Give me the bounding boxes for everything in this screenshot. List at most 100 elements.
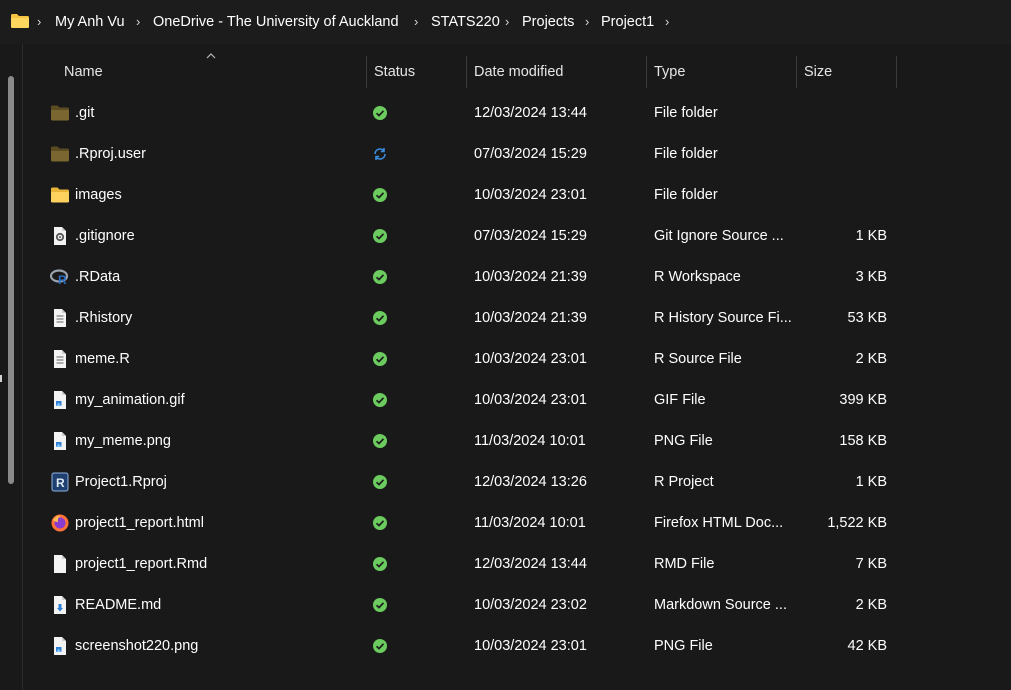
file-name: Project1.Rproj [75, 474, 167, 490]
file-type: R History Source Fi... [654, 310, 792, 326]
vertical-scrollbar[interactable] [8, 76, 14, 484]
svg-text:R: R [58, 273, 67, 287]
address-bar[interactable]: › My Anh Vu › OneDrive - The University … [0, 0, 1011, 44]
column-header-name[interactable]: Name [64, 52, 103, 92]
blank-file-icon [54, 555, 66, 573]
file-type: PNG File [654, 433, 713, 449]
column-header-size[interactable]: Size [804, 52, 832, 92]
date-modified: 12/03/2024 13:26 [474, 474, 587, 490]
file-row[interactable]: R .RData 10/03/2024 21:39 R Workspace 3 KB [24, 257, 1011, 298]
date-modified: 10/03/2024 23:01 [474, 392, 587, 408]
file-row[interactable]: R Project1.Rproj 12/03/2024 13:26 R Project… [24, 462, 1011, 503]
file-name: meme.R [75, 351, 130, 367]
chevron-right-icon[interactable]: › [505, 12, 509, 32]
file-size: 1 KB [855, 228, 887, 244]
column-divider[interactable] [646, 56, 647, 88]
file-type: R Project [654, 474, 714, 490]
file-name: .RData [75, 269, 121, 285]
breadcrumb-item-user[interactable]: My Anh Vu [55, 12, 125, 32]
file-row[interactable]: screenshot220.png 10/03/2024 23:01 PNG Fil… [24, 626, 1011, 667]
column-header-date-modified[interactable]: Date modified [474, 52, 563, 92]
file-type: PNG File [654, 638, 713, 654]
file-row[interactable]: .Rhistory 10/03/2024 21:39 R History Sourc… [24, 298, 1011, 339]
file-row[interactable]: meme.R 10/03/2024 23:01 R Source File 2 KB [24, 339, 1011, 380]
chevron-right-icon[interactable]: › [414, 12, 418, 32]
file-size: 1,522 KB [827, 515, 887, 531]
date-modified: 10/03/2024 23:01 [474, 187, 587, 203]
file-size [804, 93, 887, 134]
file-name: .Rhistory [75, 310, 133, 326]
file-type: Git Ignore Source ... [654, 228, 784, 244]
firefox-icon [51, 514, 69, 532]
file-type: R Workspace [654, 269, 741, 285]
file-row[interactable]: README.md 10/03/2024 23:02 Markdown Source… [24, 585, 1011, 626]
synced-icon [373, 106, 387, 120]
image-file-icon [54, 432, 66, 450]
file-size [804, 134, 887, 175]
breadcrumb-item-projects[interactable]: Projects [522, 12, 574, 32]
column-divider[interactable] [466, 56, 467, 88]
sort-ascending-icon [206, 53, 216, 59]
file-type: R Source File [654, 351, 742, 367]
column-header-status[interactable]: Status [374, 52, 415, 92]
synced-icon [373, 475, 387, 489]
file-name: my_meme.png [75, 433, 171, 449]
chevron-right-icon[interactable]: › [585, 12, 589, 32]
file-size: 7 KB [855, 556, 887, 572]
file-row[interactable]: my_animation.gif 10/03/2024 23:01 GIF File… [24, 380, 1011, 421]
file-type: File folder [654, 187, 718, 203]
breadcrumb-item-project1[interactable]: Project1 [601, 12, 654, 32]
chevron-right-icon[interactable]: › [37, 12, 41, 32]
date-modified: 10/03/2024 23:01 [474, 351, 587, 367]
synced-icon [373, 311, 387, 325]
date-modified: 07/03/2024 15:29 [474, 146, 587, 162]
file-type: Firefox HTML Doc... [654, 515, 784, 531]
synced-icon [373, 352, 387, 366]
chevron-right-icon[interactable]: › [665, 12, 669, 32]
file-row[interactable]: my_meme.png 11/03/2024 10:01 PNG File 158 K… [24, 421, 1011, 462]
date-modified: 10/03/2024 23:01 [474, 638, 587, 654]
image-file-icon [54, 637, 66, 655]
file-name: project1_report.Rmd [75, 556, 208, 572]
file-name: my_animation.gif [75, 392, 185, 408]
file-size: 2 KB [855, 351, 887, 367]
syncing-icon [374, 148, 386, 160]
column-divider[interactable] [896, 56, 897, 88]
folder-dark-icon [51, 146, 69, 162]
file-row[interactable]: .gitignore 07/03/2024 15:29 Git Ignore Sou… [24, 216, 1011, 257]
date-modified: 12/03/2024 13:44 [474, 105, 587, 121]
date-modified: 11/03/2024 10:01 [474, 433, 586, 449]
synced-icon [373, 188, 387, 202]
breadcrumb-item-stats220[interactable]: STATS220 [431, 12, 500, 32]
synced-icon [373, 270, 387, 284]
file-row[interactable]: .git 12/03/2024 13:44 File folder [24, 93, 1011, 134]
r-logo-icon: R [50, 269, 69, 287]
column-divider[interactable] [796, 56, 797, 88]
text-file-icon [54, 309, 66, 327]
file-row[interactable]: project1_report.Rmd 12/03/2024 13:44 RMD F… [24, 544, 1011, 585]
file-type: RMD File [654, 556, 715, 572]
chevron-right-icon[interactable]: › [136, 12, 140, 32]
file-name: screenshot220.png [75, 638, 199, 654]
file-name: README.md [75, 597, 162, 613]
r-project-icon: R [51, 472, 69, 492]
column-header-type[interactable]: Type [654, 52, 685, 92]
date-modified: 10/03/2024 21:39 [474, 269, 587, 285]
file-row[interactable]: .Rproj.user 07/03/2024 15:29 File folder [24, 134, 1011, 175]
file-type: GIF File [654, 392, 706, 408]
file-size: 53 KB [847, 310, 888, 326]
file-type: File folder [654, 146, 718, 162]
breadcrumb-item-onedrive[interactable]: OneDrive - The University of Auckland [153, 12, 399, 32]
file-row[interactable]: images 10/03/2024 23:01 File folder [24, 175, 1011, 216]
date-modified: 12/03/2024 13:44 [474, 556, 587, 572]
file-row[interactable]: project1_report.html 11/03/2024 10:01 Fire… [24, 503, 1011, 544]
svg-text:R: R [56, 476, 65, 490]
synced-icon [373, 434, 387, 448]
pane-divider [22, 44, 23, 690]
file-type: Markdown Source ... [654, 597, 787, 613]
text-file-icon [54, 350, 66, 368]
folder-dark-icon [51, 105, 69, 121]
column-divider[interactable] [366, 56, 367, 88]
file-name: .git [75, 105, 95, 121]
file-size: 1 KB [855, 474, 887, 490]
